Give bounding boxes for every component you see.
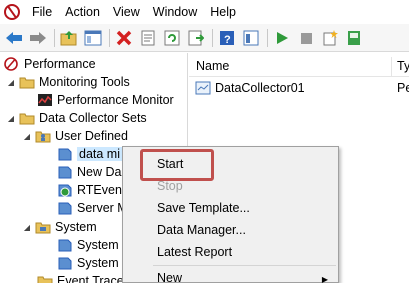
folder-icon <box>19 111 35 125</box>
context-menu-stop: Stop <box>157 179 183 193</box>
context-menu-new[interactable]: New <box>157 271 182 283</box>
toolbar-separator <box>54 28 55 47</box>
tree-item-rtevent[interactable]: RTEvent <box>57 181 125 199</box>
new-icon[interactable] <box>320 28 340 48</box>
show-hide-tree-icon[interactable] <box>83 28 103 48</box>
forward-arrow-icon[interactable] <box>28 28 48 48</box>
tree-item-label: New Da <box>77 165 122 179</box>
menu-help[interactable]: Help <box>206 5 245 19</box>
performance-monitor-icon <box>37 93 53 107</box>
menu-file[interactable]: File <box>28 5 61 19</box>
tree-item-label: System <box>77 256 119 270</box>
help-icon[interactable]: ? <box>217 28 237 48</box>
data-collector-set-icon <box>57 238 73 252</box>
tree-item-data-collector-sets[interactable]: ◢ Data Collector Sets <box>6 109 147 127</box>
menu-bar: File Action View Window Help <box>0 0 409 24</box>
submenu-arrow-icon: ▶ <box>321 275 328 283</box>
tree-item-data-mi[interactable]: data mi <box>57 145 122 163</box>
tree-item-performance-monitor[interactable]: Performance Monitor <box>37 91 174 109</box>
user-folder-icon <box>35 129 51 143</box>
back-arrow-icon[interactable] <box>4 28 24 48</box>
tree-item-label: Server M <box>77 201 128 215</box>
performance-icon <box>4 57 20 71</box>
data-collector-icon <box>195 81 211 95</box>
column-header: Name Ty <box>189 57 409 77</box>
tree-item-label: Monitoring Tools <box>39 75 130 89</box>
column-name-header[interactable]: Name <box>196 59 229 73</box>
menu-action[interactable]: Action <box>61 5 109 19</box>
tree-item-monitoring-tools[interactable]: ◢ Monitoring Tools <box>6 73 130 91</box>
tree-item-event-trace[interactable]: Event Trace <box>37 272 124 283</box>
tree-item-label: Performance Monitor <box>57 93 174 107</box>
tree-item-label: Data Collector Sets <box>39 111 147 125</box>
system-folder-icon <box>35 220 51 234</box>
properties-icon[interactable] <box>138 28 158 48</box>
column-type-header[interactable]: Ty <box>397 59 409 73</box>
toolbar: ? <box>0 24 409 52</box>
tree-item-performance[interactable]: Performance <box>4 55 96 73</box>
tree-item-label: Event Trace <box>57 274 124 283</box>
toolbar-separator <box>109 28 110 47</box>
stop-icon[interactable] <box>296 28 316 48</box>
list-item-name: DataCollector01 <box>215 81 305 95</box>
up-folder-icon[interactable] <box>59 28 79 48</box>
tree-item-new-da[interactable]: New Da <box>57 163 121 181</box>
collapse-arrow-icon[interactable]: ◢ <box>6 78 16 87</box>
data-collector-set-icon <box>57 201 73 215</box>
save-icon[interactable] <box>344 28 364 48</box>
data-collector-set-icon <box>57 256 73 270</box>
start-highlight-box <box>140 149 214 181</box>
tree-item-label: System <box>77 238 119 252</box>
tree-item-server-m[interactable]: Server M <box>57 199 128 217</box>
column-divider[interactable] <box>391 57 392 77</box>
tree-item-label: System <box>55 220 97 234</box>
toolbar-separator <box>267 28 268 47</box>
menu-window[interactable]: Window <box>149 5 206 19</box>
console-icon[interactable] <box>241 28 261 48</box>
running-set-icon <box>57 183 73 197</box>
list-item-type: Pe <box>397 81 409 95</box>
tree-item-user-defined[interactable]: ◢ User Defined <box>22 127 128 145</box>
data-collector-set-icon <box>57 147 73 161</box>
start-icon[interactable] <box>272 28 292 48</box>
performance-app-icon <box>4 4 20 20</box>
tree-item-system[interactable]: ◢ System <box>22 218 97 236</box>
context-menu-save-template[interactable]: Save Template... <box>157 201 250 215</box>
toolbar-separator <box>212 28 213 47</box>
menu-view[interactable]: View <box>109 5 149 19</box>
export-icon[interactable] <box>186 28 206 48</box>
delete-icon[interactable] <box>114 28 134 48</box>
context-menu-latest-report[interactable]: Latest Report <box>157 245 232 259</box>
data-collector-set-icon <box>57 165 73 179</box>
svg-text:?: ? <box>224 34 231 46</box>
collapse-arrow-icon[interactable]: ◢ <box>22 223 32 232</box>
folder-icon <box>19 75 35 89</box>
list-item[interactable]: DataCollector01 <box>195 79 305 97</box>
context-menu-data-manager[interactable]: Data Manager... <box>157 223 246 237</box>
refresh-icon[interactable] <box>162 28 182 48</box>
collapse-arrow-icon[interactable]: ◢ <box>22 132 32 141</box>
context-menu-separator <box>153 265 336 266</box>
event-trace-icon <box>37 274 53 283</box>
tree-item-label: RTEvent <box>77 183 126 197</box>
tree-item-label: Performance <box>24 57 96 71</box>
tree-item-system-2[interactable]: System <box>57 254 119 272</box>
collapse-arrow-icon[interactable]: ◢ <box>6 114 16 123</box>
tree-item-label: data mi <box>77 147 122 161</box>
tree-item-label: User Defined <box>55 129 128 143</box>
tree-item-system-1[interactable]: System <box>57 236 119 254</box>
